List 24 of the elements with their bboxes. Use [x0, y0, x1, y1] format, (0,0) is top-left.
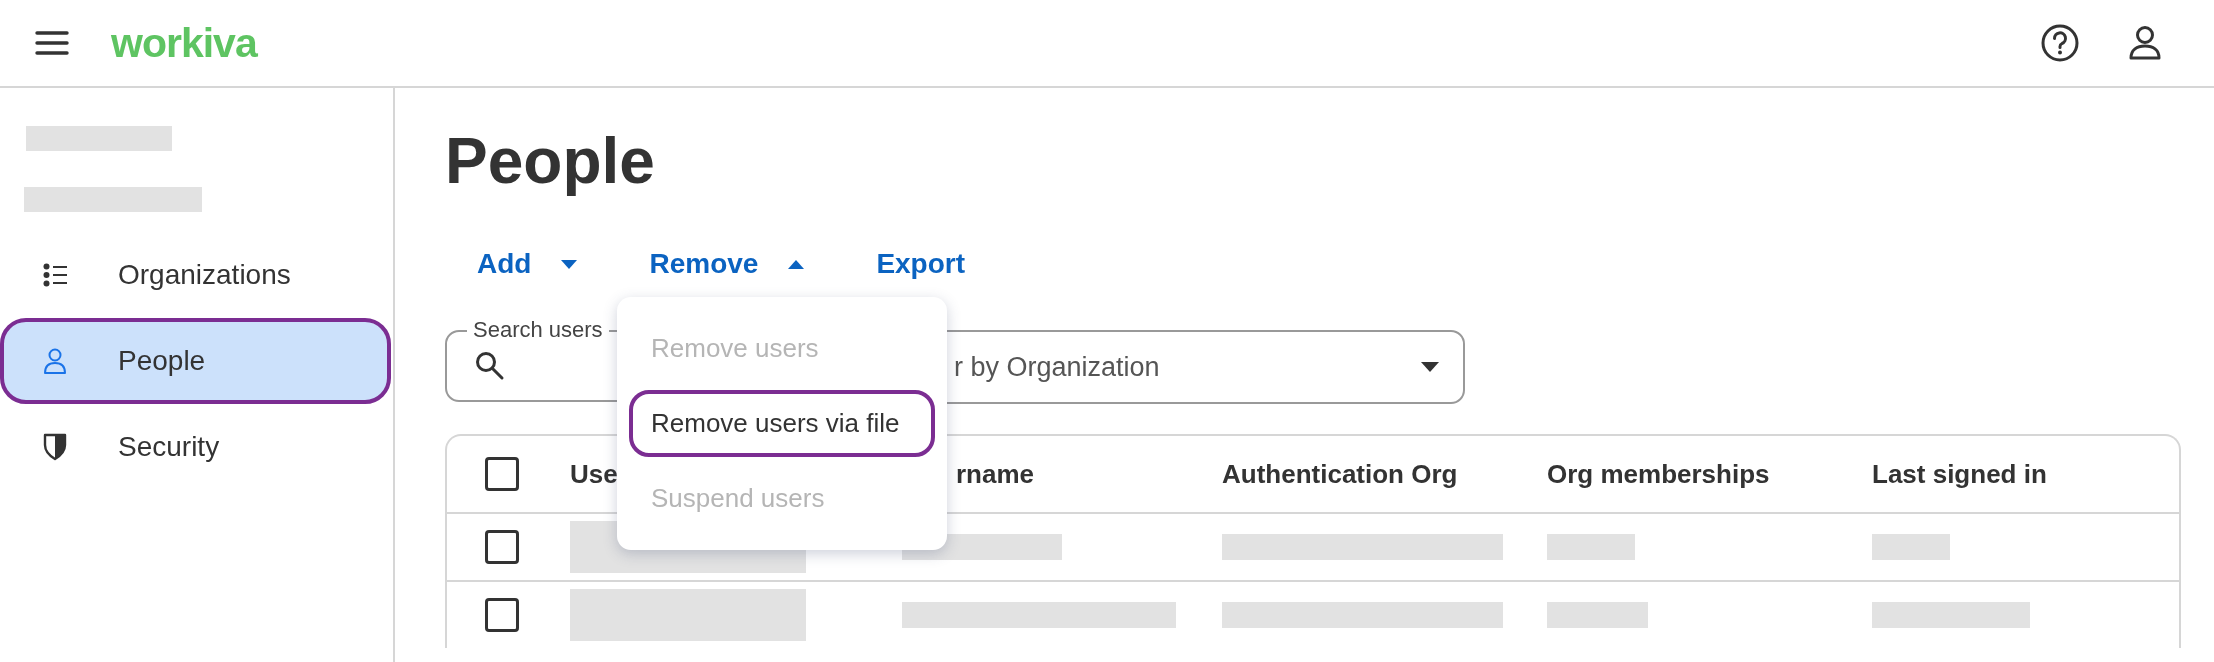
column-header: Org memberships	[1547, 458, 1770, 490]
column-header: Use	[570, 458, 618, 490]
sidebar-item[interactable]: Security	[0, 404, 391, 490]
caret-icon	[1421, 362, 1439, 373]
column-header: Last signed in	[1872, 458, 2047, 490]
menu-item[interactable]: Remove users via file	[629, 390, 935, 457]
sidebar-item[interactable]: People	[0, 318, 391, 404]
checkbox[interactable]	[485, 598, 519, 633]
column-header: rname	[956, 458, 1035, 490]
page-title: People	[445, 126, 656, 197]
shield-icon	[42, 433, 68, 461]
user-icon[interactable]	[2128, 25, 2162, 61]
sidebar-item[interactable]: Organizations	[0, 232, 391, 318]
checkbox[interactable]	[485, 530, 519, 565]
menu-icon[interactable]	[35, 31, 69, 55]
help-icon[interactable]	[2040, 23, 2080, 63]
toolbar-button[interactable]: Remove	[641, 242, 813, 287]
person-icon	[42, 348, 68, 374]
toolbar-button[interactable]: Add	[469, 242, 586, 287]
column-header: Authentication Org	[1222, 458, 1458, 490]
search-icon	[475, 351, 505, 382]
checkbox[interactable]	[485, 457, 519, 492]
list-icon	[42, 263, 68, 287]
toolbar-button[interactable]: Export	[868, 242, 974, 287]
